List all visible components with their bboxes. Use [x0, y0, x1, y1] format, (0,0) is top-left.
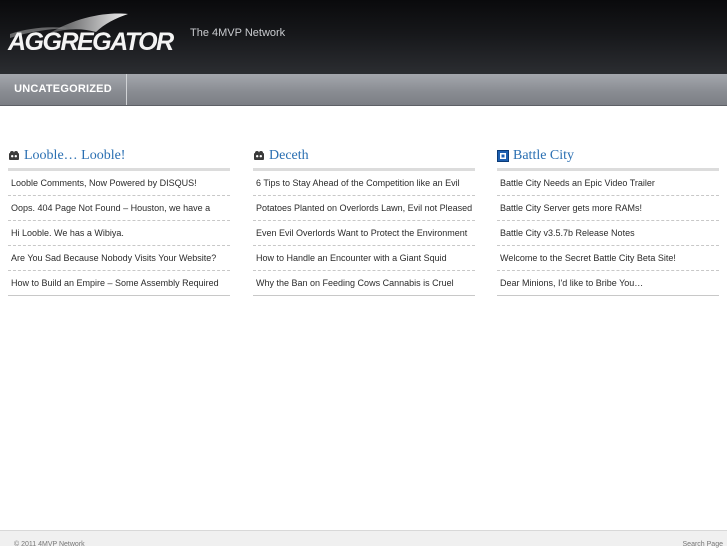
looble-favicon-icon: [8, 149, 20, 161]
column-header: Looble… Looble!: [8, 146, 230, 171]
site-logo[interactable]: AGGREGATOR: [8, 12, 174, 56]
column-header: Battle City: [497, 146, 719, 171]
nav-item-uncategorized[interactable]: UNCATEGORIZED: [0, 74, 127, 105]
feed-column-looble: Looble… Looble! Looble Comments, Now Pow…: [8, 146, 230, 296]
post-list: Battle City Needs an Epic Video Trailer …: [497, 171, 719, 296]
post-link[interactable]: Potatoes Planted on Overlords Lawn, Evil…: [253, 196, 475, 221]
column-header: Deceth: [253, 146, 475, 171]
feed-column-deceth: Deceth 6 Tips to Stay Ahead of the Compe…: [253, 146, 475, 296]
post-link[interactable]: Dear Minions, I'd like to Bribe You…: [497, 271, 719, 296]
post-link[interactable]: 6 Tips to Stay Ahead of the Competition …: [253, 171, 475, 196]
post-link[interactable]: Welcome to the Secret Battle City Beta S…: [497, 246, 719, 271]
battle-city-favicon-icon: [497, 149, 509, 162]
post-link[interactable]: How to Build an Empire – Some Assembly R…: [8, 271, 230, 296]
column-title[interactable]: Looble… Looble!: [24, 148, 125, 164]
site-header: AGGREGATOR The 4MVP Network: [0, 0, 727, 74]
post-link[interactable]: Oops. 404 Page Not Found – Houston, we h…: [8, 196, 230, 221]
post-link[interactable]: Why the Ban on Feeding Cows Cannabis is …: [253, 271, 475, 296]
site-tagline: The 4MVP Network: [190, 27, 286, 39]
site-footer: © 2011 4MVP Network Search Page: [0, 530, 727, 548]
post-link[interactable]: Even Evil Overlords Want to Protect the …: [253, 221, 475, 246]
feed-column-battle-city: Battle City Battle City Needs an Epic Vi…: [497, 146, 719, 296]
column-title[interactable]: Deceth: [269, 148, 309, 164]
post-link[interactable]: Are You Sad Because Nobody Visits Your W…: [8, 246, 230, 271]
post-link[interactable]: Hi Looble. We has a Wibiya.: [8, 221, 230, 246]
logo-text: AGGREGATOR: [8, 28, 174, 56]
post-link[interactable]: Battle City Server gets more RAMs!: [497, 196, 719, 221]
post-link[interactable]: Battle City v3.5.7b Release Notes: [497, 221, 719, 246]
post-list: Looble Comments, Now Powered by DISQUS! …: [8, 171, 230, 296]
post-link[interactable]: Battle City Needs an Epic Video Trailer: [497, 171, 719, 196]
main-nav: UNCATEGORIZED: [0, 74, 727, 106]
deceth-favicon-icon: [253, 149, 265, 161]
column-title[interactable]: Battle City: [513, 148, 574, 164]
post-link[interactable]: How to Handle an Encounter with a Giant …: [253, 246, 475, 271]
post-list: 6 Tips to Stay Ahead of the Competition …: [253, 171, 475, 296]
post-link[interactable]: Looble Comments, Now Powered by DISQUS!: [8, 171, 230, 196]
